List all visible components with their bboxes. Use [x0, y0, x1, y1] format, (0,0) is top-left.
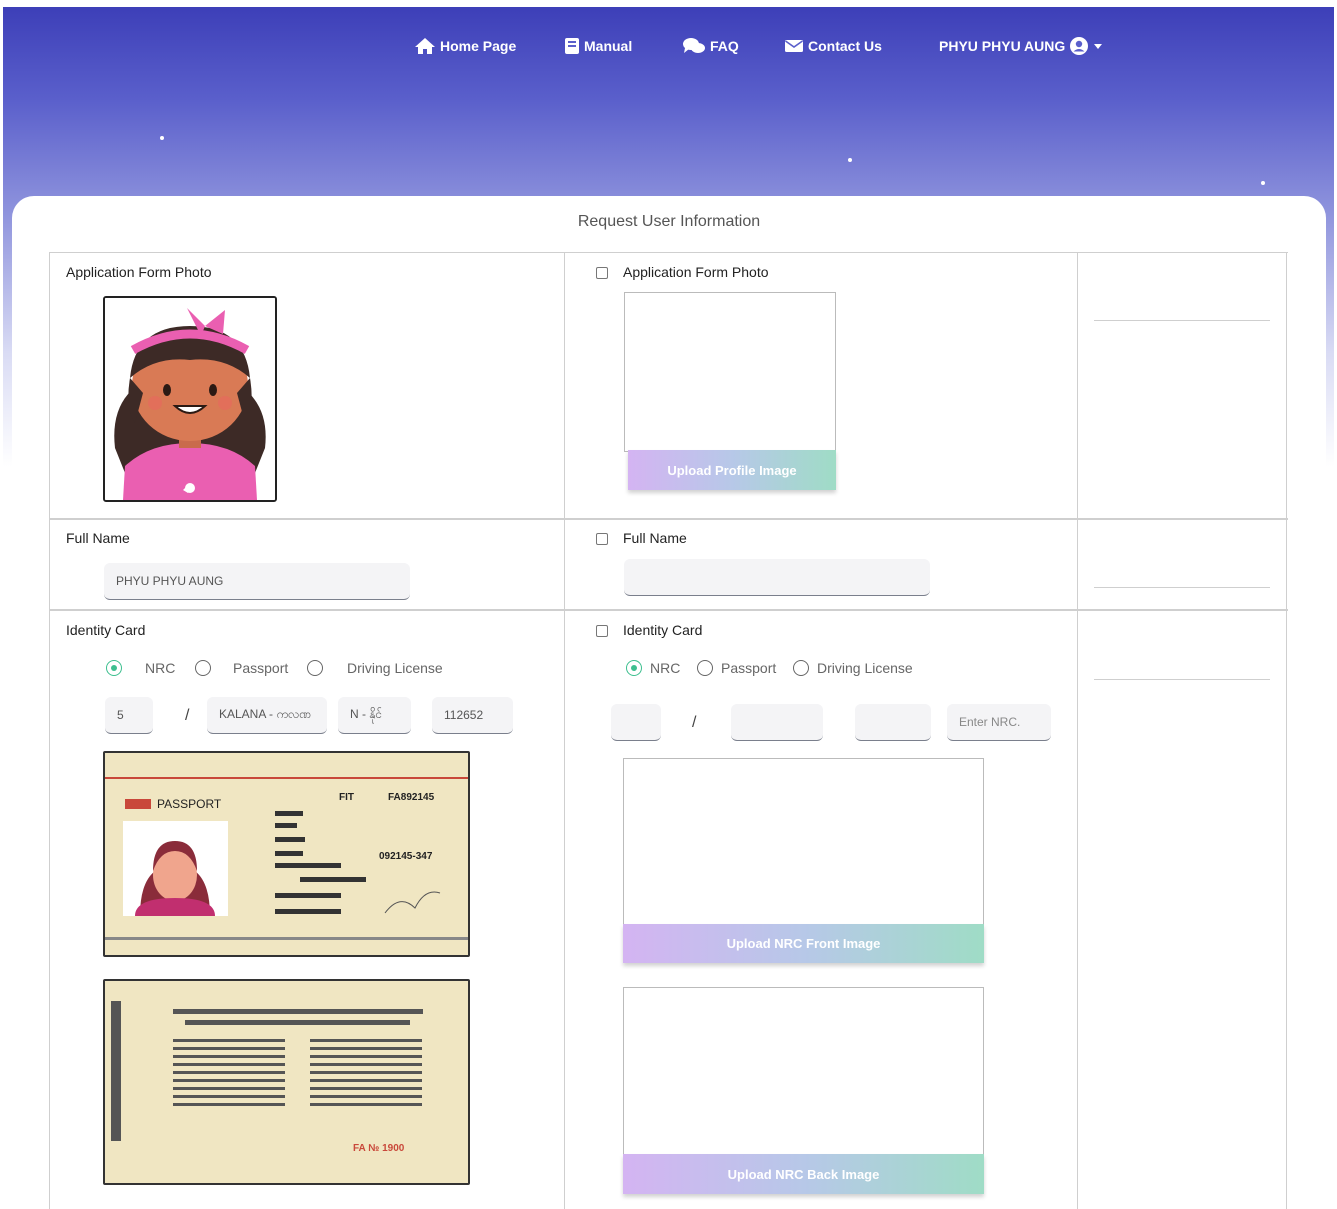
request-nrc-state-field[interactable] — [611, 704, 661, 741]
request-nrc-number-input[interactable]: Enter NRC. — [947, 704, 1051, 741]
radio-passport-label: Passport — [233, 660, 289, 676]
request-radio-driving-license[interactable] — [793, 660, 809, 676]
nav-home-label: Home Page — [440, 38, 517, 54]
grid-border — [49, 609, 1288, 611]
request-radio-driving-license-label: Driving License — [817, 660, 913, 676]
request-radio-passport[interactable] — [697, 660, 713, 676]
grid-border — [49, 252, 1288, 253]
grid-border — [49, 518, 1288, 520]
request-photo-label: Application Form Photo — [623, 264, 769, 280]
book-icon — [565, 38, 579, 54]
user-menu[interactable]: PHYU PHYU AUNG — [939, 34, 1103, 58]
nav-contact-label: Contact Us — [808, 38, 882, 54]
grid-border — [1077, 252, 1078, 1209]
radio-driving-license-label: Driving License — [347, 660, 443, 676]
star-decoration — [160, 136, 164, 140]
current-id-label: Identity Card — [66, 622, 146, 638]
request-nrc-separator: / — [692, 714, 697, 731]
star-decoration — [1261, 181, 1265, 185]
passport-country: FIT — [339, 792, 354, 803]
grid-border — [49, 252, 50, 1209]
nrc-state-field[interactable]: 5 — [105, 697, 153, 734]
passport-number: FA892145 — [388, 792, 435, 803]
caret-down-icon — [1094, 44, 1103, 49]
comments-icon — [683, 38, 705, 53]
photo-checkbox[interactable] — [596, 267, 608, 279]
passport-back-graphic: FA № 1900 — [105, 981, 468, 1183]
request-radio-nrc-label: NRC — [650, 660, 681, 676]
nav-home[interactable]: Home Page — [414, 34, 516, 58]
radio-nrc-label: NRC — [145, 660, 176, 676]
nav-manual-label: Manual — [584, 38, 633, 54]
identity-checkbox[interactable] — [596, 625, 608, 637]
request-fullname-label: Full Name — [623, 530, 687, 546]
request-card: Request User Information Application For… — [12, 196, 1326, 1209]
radio-driving-license[interactable] — [307, 660, 323, 676]
nrc-township-field[interactable]: KALANA - ကလဏ — [207, 697, 327, 734]
request-nrc-type-field[interactable] — [855, 704, 931, 741]
request-radio-passport-label: Passport — [721, 660, 777, 676]
passport-front-image: PASSPORT FIT FA892145 092145-347 — [103, 751, 470, 957]
request-nrc-township-field[interactable] — [731, 704, 823, 741]
star-decoration — [848, 158, 852, 162]
nrc-front-preview — [623, 758, 984, 926]
page-title: Request User Information — [577, 213, 761, 230]
nrc-back-preview — [623, 987, 984, 1155]
profile-photo — [103, 296, 277, 502]
girl-avatar-image — [105, 298, 275, 500]
radio-nrc[interactable] — [106, 660, 122, 676]
passport-back-image: FA № 1900 — [103, 979, 470, 1185]
request-fullname-input[interactable] — [624, 559, 930, 596]
nrc-type-field[interactable]: N - နိုင် — [338, 697, 411, 734]
radio-passport[interactable] — [195, 660, 211, 676]
nav-faq[interactable]: FAQ — [682, 34, 739, 58]
home-icon — [415, 38, 435, 54]
grid-border — [1286, 252, 1287, 1209]
passport-heading: PASSPORT — [157, 797, 222, 811]
current-fullname-field[interactable]: PHYU PHYU AUNG — [104, 563, 410, 600]
user-circle-icon — [1070, 37, 1089, 55]
request-id-label: Identity Card — [623, 622, 703, 638]
nav-contact[interactable]: Contact Us — [784, 34, 882, 58]
nav-faq-label: FAQ — [710, 38, 739, 54]
upload-profile-button[interactable]: Upload Profile Image — [628, 450, 836, 490]
upload-nrc-back-button[interactable]: Upload NRC Back Image — [623, 1154, 984, 1194]
current-fullname-label: Full Name — [66, 530, 130, 546]
user-name: PHYU PHYU AUNG — [939, 38, 1066, 54]
upload-nrc-front-button[interactable]: Upload NRC Front Image — [623, 924, 984, 963]
envelope-icon — [785, 40, 803, 52]
top-nav: Home Page Manual FAQ Contact Us PHYU PHY… — [0, 34, 1337, 58]
passport-footer: FA № 1900 — [353, 1143, 405, 1154]
current-photo-label: Application Form Photo — [66, 264, 212, 280]
remark-line — [1094, 587, 1270, 588]
nav-manual[interactable]: Manual — [564, 34, 632, 58]
grid-border — [564, 252, 565, 1209]
passport-code: 092145-347 — [379, 851, 433, 862]
fullname-checkbox[interactable] — [596, 533, 608, 545]
profile-image-preview — [624, 292, 836, 452]
remark-line — [1094, 679, 1270, 680]
nrc-separator: / — [185, 707, 190, 724]
passport-front-graphic: PASSPORT FIT FA892145 092145-347 — [105, 753, 468, 955]
remark-line — [1094, 320, 1270, 321]
nrc-number-field[interactable]: 112652 — [432, 697, 513, 734]
request-radio-nrc[interactable] — [626, 660, 642, 676]
